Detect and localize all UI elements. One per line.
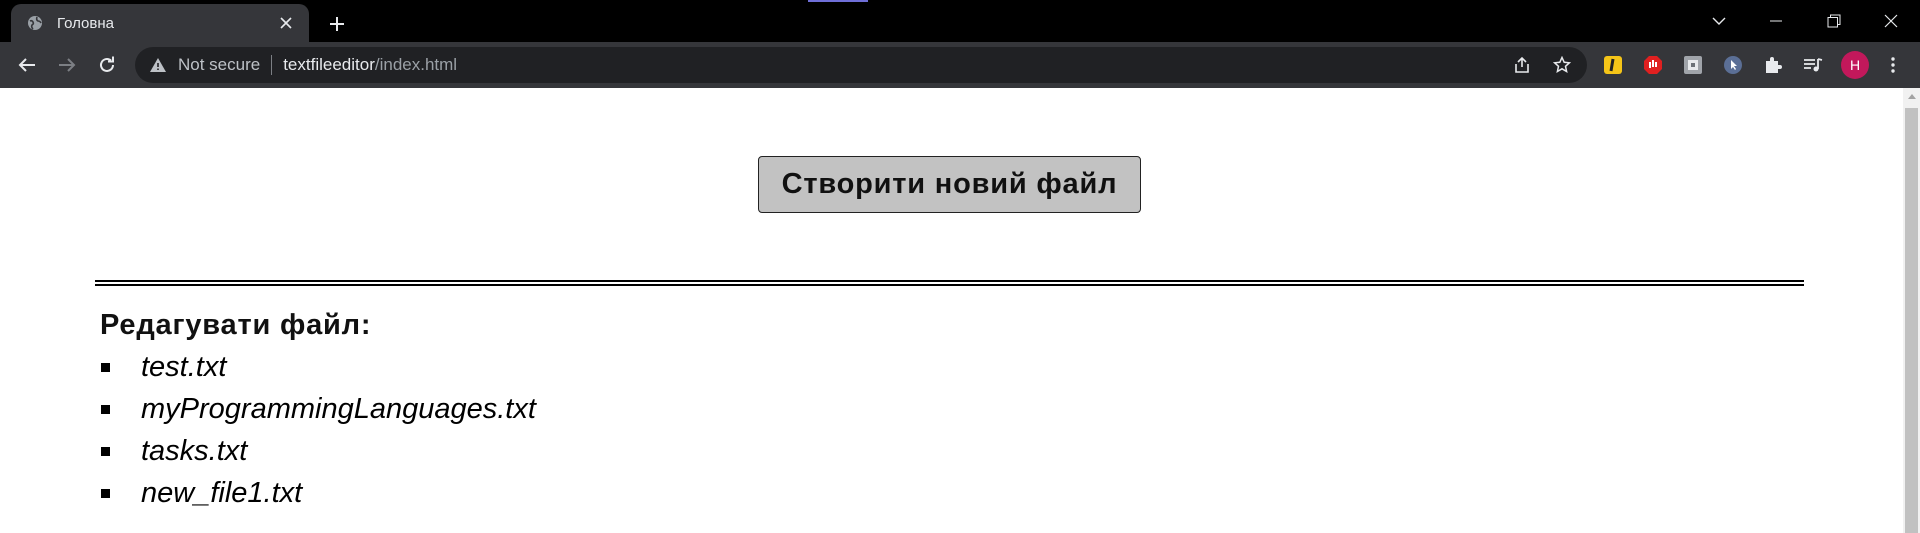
notes-extension-icon[interactable]: [1601, 53, 1625, 77]
menu-kebab-icon[interactable]: [1881, 53, 1905, 77]
minimize-button[interactable]: [1747, 0, 1805, 42]
url-text[interactable]: textfileeditor/index.html: [283, 55, 457, 75]
close-tab-icon[interactable]: [275, 12, 297, 34]
security-label[interactable]: Not secure: [178, 55, 260, 75]
create-new-file-button[interactable]: Створити новий файл: [758, 156, 1141, 213]
square-bullet-icon: [101, 446, 110, 456]
edit-file-heading: Редагувати файл:: [100, 309, 372, 341]
globe-icon: [26, 14, 44, 32]
address-separator: [271, 55, 273, 75]
file-link[interactable]: new_file1.txt: [141, 477, 302, 510]
plus-icon: [330, 17, 344, 31]
minimize-icon: [1770, 20, 1782, 22]
cursor-extension-icon[interactable]: [1721, 53, 1745, 77]
puzzle-icon[interactable]: [1761, 53, 1785, 77]
warning-icon[interactable]: [150, 57, 166, 73]
square-bullet-icon: [101, 404, 110, 414]
chevron-down-icon: [1712, 17, 1726, 25]
scroll-up-icon[interactable]: [1903, 88, 1920, 105]
restore-icon: [1827, 14, 1841, 28]
arrow-right-icon: [59, 58, 76, 72]
reload-button[interactable]: [91, 49, 123, 81]
file-link[interactable]: test.txt: [141, 351, 226, 384]
vertical-scrollbar[interactable]: [1903, 88, 1920, 533]
forward-button[interactable]: [51, 49, 83, 81]
url-host: textfileeditor: [283, 55, 375, 74]
profile-avatar[interactable]: H: [1841, 51, 1869, 79]
file-link[interactable]: tasks.txt: [141, 435, 247, 468]
adblock-extension-icon[interactable]: [1641, 53, 1665, 77]
share-icon[interactable]: [1512, 55, 1532, 75]
square-bullet-icon: [101, 488, 110, 498]
media-control-icon[interactable]: [1801, 53, 1825, 77]
address-bar[interactable]: Not secure textfileeditor/index.html: [135, 47, 1587, 83]
arrow-left-icon: [18, 58, 35, 72]
browser-toolbar: Not secure textfileeditor/index.html H: [0, 42, 1920, 88]
close-icon: [1884, 14, 1898, 28]
square-bullet-icon: [101, 362, 110, 372]
tab-title: Головна: [57, 14, 114, 32]
close-window-button[interactable]: [1862, 0, 1920, 42]
page-viewport: Створити новий файл Редагувати файл: tes…: [0, 88, 1903, 533]
browser-titlebar: Головна: [0, 0, 1920, 42]
list-item: new_file1.txt: [100, 472, 536, 514]
new-tab-button[interactable]: [323, 10, 351, 38]
url-path: /index.html: [374, 55, 458, 74]
file-link[interactable]: myProgrammingLanguages.txt: [141, 393, 536, 426]
list-item: test.txt: [100, 346, 536, 388]
active-tab[interactable]: Головна: [11, 4, 309, 42]
reload-icon: [100, 56, 114, 72]
file-list: test.txt myProgrammingLanguages.txt task…: [100, 346, 536, 514]
bookmark-star-icon[interactable]: [1552, 55, 1572, 75]
back-button[interactable]: [11, 49, 43, 81]
tab-strip-indicator: [808, 0, 868, 2]
scroll-thumb[interactable]: [1905, 108, 1918, 533]
screenshot-extension-icon[interactable]: [1681, 53, 1705, 77]
tab-search-button[interactable]: [1690, 0, 1748, 42]
restore-button[interactable]: [1805, 0, 1863, 42]
list-item: myProgrammingLanguages.txt: [100, 388, 536, 430]
list-item: tasks.txt: [100, 430, 536, 472]
double-divider: [95, 280, 1804, 286]
